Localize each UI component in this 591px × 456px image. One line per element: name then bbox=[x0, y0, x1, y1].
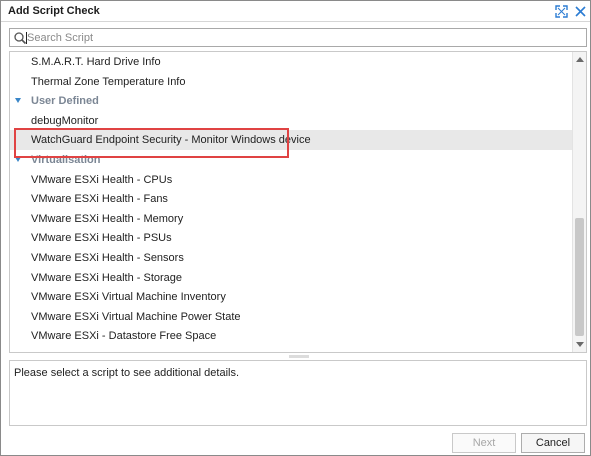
list-item[interactable]: VMware ESXi - Datastore Free Space bbox=[10, 326, 572, 346]
list-item-label: VMware ESXi Health - Storage bbox=[31, 271, 183, 284]
group-label: Virtualisation bbox=[31, 154, 101, 166]
dialog-title: Add Script Check bbox=[8, 5, 100, 17]
list-item-label: VMware ESXi Health - PSUs bbox=[31, 232, 172, 245]
scroll-up-icon[interactable] bbox=[576, 57, 584, 62]
list-item-label: Thermal Zone Temperature Info bbox=[31, 75, 186, 88]
list-item-label: VMware ESXi Health - CPUs bbox=[31, 173, 173, 186]
list-item[interactable]: VMware ESXi Health - Fans bbox=[10, 189, 572, 209]
details-panel: Please select a script to see additional… bbox=[9, 360, 587, 426]
next-button[interactable]: Next bbox=[452, 433, 516, 453]
list-item-label: VMware ESXi Virtual Machine Inventory bbox=[31, 291, 226, 304]
list-item[interactable]: VMware ESXi Virtual Machine Inventory bbox=[10, 287, 572, 307]
list-item[interactable]: VMware ESXi Virtual Machine Power State bbox=[10, 307, 572, 327]
search-icon bbox=[13, 31, 27, 45]
search-input[interactable] bbox=[27, 30, 582, 45]
list-scrollbar[interactable] bbox=[572, 52, 586, 352]
triangle-down-icon[interactable] bbox=[15, 98, 21, 104]
list-item-label: VMware ESXi Health - Sensors bbox=[31, 252, 184, 264]
list-item[interactable]: Thermal Zone Temperature Info bbox=[10, 72, 572, 92]
list-item[interactable]: WatchGuard Endpoint Security - Monitor W… bbox=[10, 130, 572, 151]
list-item[interactable]: VMware ESXi Health - Memory bbox=[10, 209, 572, 229]
script-list: S.M.A.R.T. Hard Drive Info Thermal Zone T… bbox=[9, 51, 587, 353]
panel-splitter[interactable] bbox=[9, 353, 587, 360]
list-item[interactable]: S.M.A.R.T. Hard Drive Info bbox=[10, 52, 572, 72]
scrollbar-thumb[interactable] bbox=[575, 218, 584, 336]
title-bar: Add Script Check bbox=[1, 1, 590, 22]
details-text: Please select a script to see additional… bbox=[14, 367, 240, 379]
list-item-label: S.M.A.R.T. Hard Drive Info bbox=[31, 56, 161, 68]
list-item-label: VMware ESXi Health - Memory bbox=[31, 212, 184, 225]
list-item-label: VMware ESXi - Datastore Free Space bbox=[31, 330, 217, 343]
list-item-label: VMware ESXi Virtual Machine Power State bbox=[31, 310, 241, 323]
text-caret bbox=[26, 32, 27, 44]
list-item[interactable]: VMware ESXi Health - PSUs bbox=[10, 228, 572, 248]
scroll-down-icon[interactable] bbox=[576, 342, 584, 347]
list-item[interactable]: debugMonitor bbox=[10, 111, 572, 131]
list-item-label: WatchGuard Endpoint Security - Monitor W… bbox=[31, 134, 311, 147]
splitter-grip-icon[interactable] bbox=[289, 355, 309, 358]
cancel-button[interactable]: Cancel bbox=[521, 433, 585, 453]
search-box bbox=[9, 28, 587, 47]
list-item[interactable]: VMware ESXi Health - Sensors bbox=[10, 248, 572, 268]
list-item-label: debugMonitor bbox=[31, 114, 99, 127]
list-item[interactable]: VMware ESXi Health - CPUs bbox=[10, 170, 572, 190]
triangle-down-icon[interactable] bbox=[15, 157, 21, 162]
group-header[interactable]: User Defined bbox=[10, 91, 572, 111]
list-item-label: VMware ESXi Health - Fans bbox=[31, 193, 168, 206]
group-label: User Defined bbox=[31, 95, 99, 108]
add-script-check-dialog: Add Script Check S.M.A.R.T. Hard Drive I… bbox=[0, 0, 591, 456]
group-header[interactable]: Virtualisation bbox=[10, 150, 572, 170]
list-item[interactable]: VMware ESXi Health - Storage bbox=[10, 268, 572, 288]
close-icon[interactable] bbox=[573, 4, 588, 19]
expand-icon[interactable] bbox=[554, 4, 569, 19]
